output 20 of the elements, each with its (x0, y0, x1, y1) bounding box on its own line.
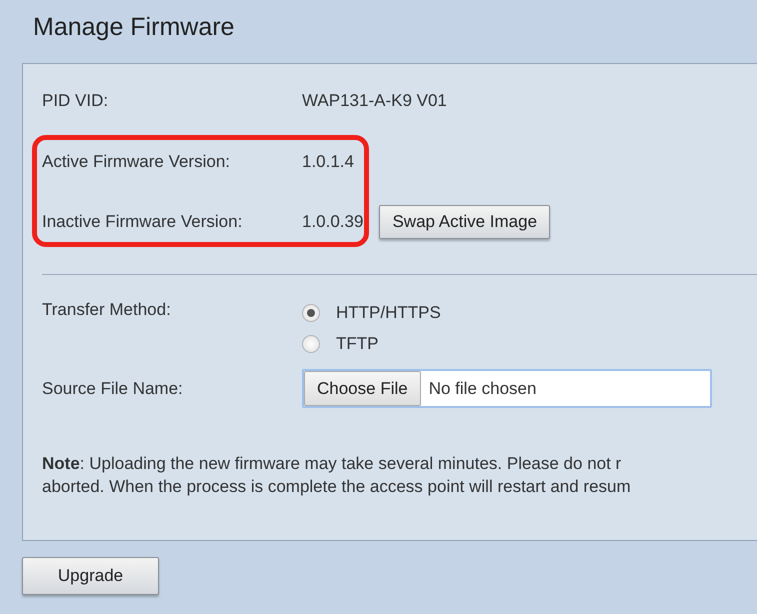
file-input[interactable]: Choose File No file chosen (302, 369, 712, 408)
field-value: 1.0.0.39 (302, 211, 364, 234)
field-value: 1.0.1.4 (302, 151, 354, 174)
field-label: PID VID: (42, 90, 110, 112)
option-label: TFTP (336, 332, 378, 355)
radio-button[interactable] (302, 304, 320, 322)
field-value: WAP131-A-K9 V01 (302, 90, 447, 112)
note-text: aborted. When the process is complete the access point will restart and resum (42, 476, 632, 498)
file-status-text: No file chosen (428, 378, 536, 400)
upgrade-button[interactable]: Upgrade (22, 557, 159, 595)
page-title: Manage Firmware (32, 12, 236, 43)
field-label: Source File Name: (42, 378, 184, 400)
option-label: HTTP/HTTPS (336, 302, 441, 324)
swap-image-button[interactable]: Swap Active Image (379, 205, 550, 239)
choose-file-button[interactable]: Choose File (304, 371, 421, 406)
note-text: Note: Uploading the new firmware may take several minutes. Please do not r (42, 453, 622, 475)
field-label: Transfer Method: (42, 299, 172, 321)
radio-button[interactable] (302, 334, 320, 352)
field-label: Active Firmware Version: (42, 151, 231, 174)
field-label: Inactive Firmware Version: (42, 211, 244, 234)
